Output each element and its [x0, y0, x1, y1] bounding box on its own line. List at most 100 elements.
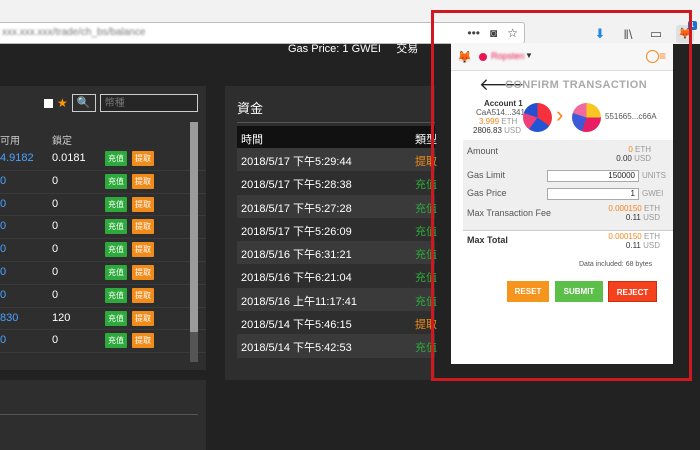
deposit-button[interactable]: 充值 [105, 219, 127, 235]
fox-logo-icon: 🦊 [457, 50, 472, 64]
url-text[interactable]: xxx.xxx.xxx/trade/ch_bs/balance [2, 27, 145, 38]
scrollbar-thumb[interactable] [190, 122, 198, 332]
network-dot-icon [479, 53, 487, 61]
deposit-button[interactable]: 充值 [105, 242, 127, 258]
funds-header: 時間 類型 [237, 126, 437, 148]
max-fee-usd-unit: USD [643, 213, 660, 222]
withdraw-button[interactable]: 提取 [132, 333, 154, 349]
locked-value: 0 [52, 197, 59, 210]
funds-time: 2018/5/17 下午5:28:38 [241, 179, 352, 192]
max-fee-eth-unit: ETH [644, 204, 660, 213]
chevron-right-icon: › [556, 102, 564, 127]
amount-eth-unit: ETH [635, 145, 651, 154]
hide-zero-checkbox[interactable] [44, 98, 53, 108]
gas-price-unit: GWEI [642, 189, 664, 198]
chevron-down-icon[interactable]: ▼ [525, 51, 533, 60]
data-included-note: Data included: 68 bytes [579, 261, 653, 268]
available-value: 4.9182 [0, 152, 34, 164]
available-value: 0 [0, 174, 7, 187]
max-total-eth-value: 0.000150 [608, 232, 642, 241]
reject-button[interactable]: REJECT [608, 281, 657, 302]
from-eth-value: 3.999 [479, 117, 500, 126]
funds-row: 2018/5/14 下午5:46:15 提取 [237, 311, 437, 334]
funds-row: 2018/5/16 上午11:17:41 充值 [237, 287, 437, 312]
balance-search: ★ 🔍 [44, 94, 198, 112]
withdraw-button[interactable]: 提取 [132, 219, 154, 235]
lower-left-panel [0, 380, 206, 450]
balance-row: 0 0 充值 提取 [0, 285, 206, 308]
metamask-popup: 🦊 Ropsten ▼ ≡ 🡐 CONFIRM TRANSACTION Acco… [451, 43, 673, 364]
available-value: 830 [0, 311, 19, 324]
favorite-star-icon[interactable]: ★ [57, 96, 68, 110]
max-total-usd-value: 0.11 [625, 241, 641, 250]
column-locked: 鎖定 [52, 136, 72, 147]
withdraw-button[interactable]: 提取 [132, 287, 154, 303]
deposit-button[interactable]: 充值 [105, 287, 127, 303]
reset-button[interactable]: RESET [507, 281, 549, 302]
gas-price-label: Gas Price [467, 188, 507, 198]
balance-row: 0 0 充值 提取 [0, 171, 206, 194]
locked-value: 0 [52, 334, 59, 347]
locked-value: 0 [52, 288, 59, 301]
available-value: 0 [0, 197, 7, 210]
amount-label: Amount [467, 146, 499, 156]
max-fee-eth-value: 0.000150 [608, 204, 642, 213]
funds-row: 2018/5/14 下午5:42:53 充值 [237, 334, 437, 358]
balance-row: 4.9182 0.0181 充值 提取 [0, 148, 206, 171]
from-usd-unit: USD [504, 126, 522, 135]
funds-panel: 資金 時間 類型 2018/5/17 下午5:29:44 提取 2018/5/17 … [225, 86, 437, 380]
amount-usd: 0.00 USD [616, 154, 651, 163]
amount-usd-value: 0.00 [616, 154, 632, 163]
coin-search-input[interactable] [99, 94, 198, 112]
balance-row: 0 0 充值 提取 [0, 330, 206, 354]
funds-rows: 2018/5/17 下午5:29:44 提取 2018/5/17 下午5:28:38… [237, 148, 437, 358]
withdraw-button[interactable]: 提取 [132, 242, 154, 258]
max-total-usd-unit: USD [643, 241, 660, 250]
withdraw-button[interactable]: 提取 [132, 310, 154, 326]
balances-scrollbar[interactable] [190, 122, 198, 362]
funds-row: 2018/5/17 下午5:26:09 充值 [237, 218, 437, 241]
funds-title: 資金 [237, 101, 264, 116]
gas-price-header: Gas Price: 1 GWEI 交易 [288, 40, 418, 56]
gas-limit-unit: UNITS [642, 171, 666, 180]
deposit-button[interactable]: 充值 [105, 264, 127, 280]
balances-panel: ★ 🔍 可用 鎖定 4.91820.0181充值提取00充值提取00充值提取00… [0, 86, 206, 370]
from-identicon [523, 103, 552, 132]
deposit-button[interactable]: 充值 [105, 333, 127, 349]
locked-value: 0 [52, 174, 59, 187]
submit-button[interactable]: SUBMIT [555, 281, 603, 302]
funds-time: 2018/5/17 下午5:26:09 [241, 225, 352, 238]
withdraw-button[interactable]: 提取 [132, 151, 154, 166]
funds-time: 2018/5/17 下午5:29:44 [241, 156, 352, 168]
gas-limit-input[interactable]: 150000 [547, 170, 639, 182]
from-account-usd: 2806.83 USD [473, 126, 521, 135]
withdraw-button[interactable]: 提取 [132, 264, 154, 280]
amount-usd-unit: USD [634, 154, 651, 163]
withdraw-button[interactable]: 提取 [132, 173, 154, 189]
funds-time: 2018/5/17 下午5:27:28 [241, 202, 352, 215]
balance-row: 830 120 充值 提取 [0, 308, 206, 331]
gas-price-input[interactable]: 1 [547, 188, 639, 200]
search-icon[interactable]: 🔍 [71, 94, 96, 112]
network-name[interactable]: Ropsten [491, 51, 525, 61]
column-time: 時間 [241, 134, 263, 146]
nav-trade-link[interactable]: 交易 [396, 43, 418, 55]
max-fee-label: Max Transaction Fee [467, 208, 552, 218]
funds-row: 2018/5/17 下午5:29:44 提取 [237, 148, 437, 172]
account-icon[interactable] [646, 50, 659, 63]
deposit-button[interactable]: 充值 [105, 310, 127, 326]
locked-value: 0 [52, 220, 59, 233]
withdraw-button[interactable]: 提取 [132, 196, 154, 212]
balance-row: 0 0 充值 提取 [0, 262, 206, 285]
max-total-eth-unit: ETH [644, 232, 660, 241]
hamburger-menu-icon[interactable]: ≡ [659, 49, 666, 63]
deposit-button[interactable]: 充值 [105, 173, 127, 189]
deposit-button[interactable]: 充值 [105, 151, 127, 166]
deposit-button[interactable]: 充值 [105, 196, 127, 212]
balances-rows: 4.9182 0.0181 充值 提取 0 0 充值 提取 0 0 充值 提取 0 0 充值 提取 0 0 充值 提取… [0, 148, 206, 354]
funds-time: 2018/5/16 下午6:31:21 [241, 249, 352, 262]
max-total-label: Max Total [467, 235, 508, 245]
divider [0, 414, 198, 415]
max-total-usd: 0.11 USD [626, 241, 660, 250]
funds-time: 2018/5/14 下午5:46:15 [241, 319, 352, 332]
